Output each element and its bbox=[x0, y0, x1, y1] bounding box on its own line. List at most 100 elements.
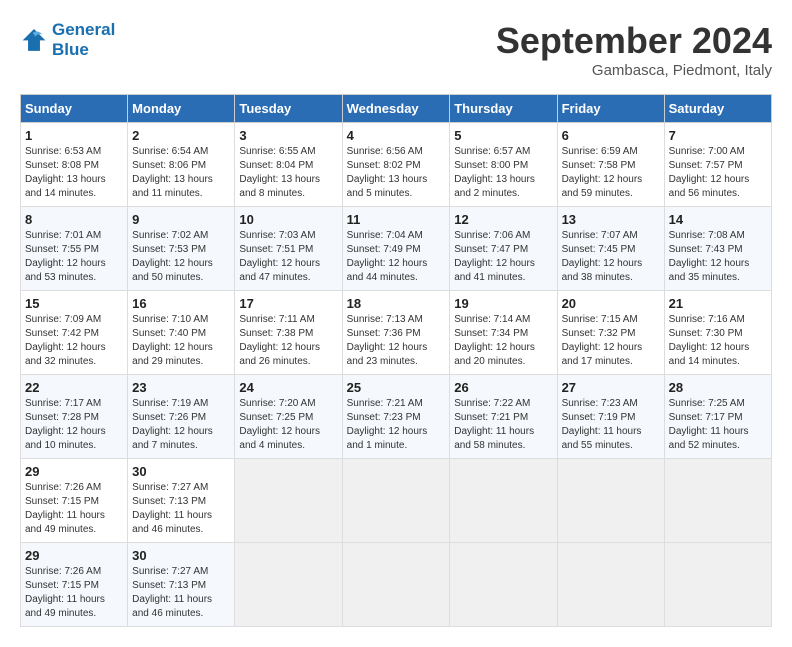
day-info: Sunrise: 7:01 AMSunset: 7:55 PMDaylight:… bbox=[25, 230, 106, 283]
table-row: 18Sunrise: 7:13 AMSunset: 7:36 PMDayligh… bbox=[342, 291, 450, 375]
day-info: Sunrise: 7:17 AMSunset: 7:28 PMDaylight:… bbox=[25, 398, 106, 451]
table-row: 20Sunrise: 7:15 AMSunset: 7:32 PMDayligh… bbox=[557, 291, 664, 375]
day-number: 3 bbox=[239, 128, 337, 143]
logo-text: General Blue bbox=[52, 20, 115, 61]
day-number: 26 bbox=[454, 380, 552, 395]
day-info: Sunrise: 7:23 AMSunset: 7:19 PMDaylight:… bbox=[562, 398, 642, 451]
day-number: 23 bbox=[132, 380, 230, 395]
table-row bbox=[235, 543, 342, 627]
table-row: 28 Sunrise: 7:25 AMSunset: 7:17 PMDayligh… bbox=[664, 375, 771, 459]
table-row: 2 Sunrise: 6:54 AMSunset: 8:06 PMDaylight… bbox=[128, 123, 235, 207]
day-info: Sunrise: 7:27 AMSunset: 7:13 PMDaylight:… bbox=[132, 482, 212, 535]
calendar-body: 1 Sunrise: 6:53 AMSunset: 8:08 PMDaylight… bbox=[21, 123, 772, 627]
day-info: Sunrise: 7:22 AMSunset: 7:21 PMDaylight:… bbox=[454, 398, 534, 451]
day-number: 30 bbox=[132, 464, 230, 479]
day-info: Sunrise: 7:20 AMSunset: 7:25 PMDaylight:… bbox=[239, 398, 320, 451]
day-info: Sunrise: 7:09 AMSunset: 7:42 PMDaylight:… bbox=[25, 314, 106, 367]
table-row: 4Sunrise: 6:56 AMSunset: 8:02 PMDaylight… bbox=[342, 123, 450, 207]
col-friday: Friday bbox=[557, 95, 664, 123]
col-monday: Monday bbox=[128, 95, 235, 123]
table-row: 25 Sunrise: 7:21 AMSunset: 7:23 PMDayligh… bbox=[342, 375, 450, 459]
table-row: 22 Sunrise: 7:17 AMSunset: 7:28 PMDayligh… bbox=[21, 375, 128, 459]
day-info: Sunrise: 7:25 AMSunset: 7:17 PMDaylight:… bbox=[669, 398, 749, 451]
day-number: 8 bbox=[25, 212, 123, 227]
day-info: Sunrise: 7:08 AMSunset: 7:43 PMDaylight:… bbox=[669, 230, 750, 283]
table-row: 11Sunrise: 7:04 AMSunset: 7:49 PMDayligh… bbox=[342, 207, 450, 291]
day-number: 14 bbox=[669, 212, 767, 227]
day-info: Sunrise: 7:26 AMSunset: 7:15 PMDaylight:… bbox=[25, 566, 105, 619]
day-number: 1 bbox=[25, 128, 123, 143]
day-info: Sunrise: 7:03 AMSunset: 7:51 PMDaylight:… bbox=[239, 230, 320, 283]
day-info: Sunrise: 7:26 AMSunset: 7:15 PMDaylight:… bbox=[25, 482, 105, 535]
day-number: 4 bbox=[347, 128, 446, 143]
table-row: 30 Sunrise: 7:27 AMSunset: 7:13 PMDayligh… bbox=[128, 459, 235, 543]
location: Gambasca, Piedmont, Italy bbox=[496, 62, 772, 79]
day-info: Sunrise: 6:54 AMSunset: 8:06 PMDaylight:… bbox=[132, 146, 213, 199]
table-row: 24 Sunrise: 7:20 AMSunset: 7:25 PMDayligh… bbox=[235, 375, 342, 459]
day-number: 25 bbox=[347, 380, 446, 395]
day-info: Sunrise: 7:11 AMSunset: 7:38 PMDaylight:… bbox=[239, 314, 320, 367]
day-info: Sunrise: 7:04 AMSunset: 7:49 PMDaylight:… bbox=[347, 230, 428, 283]
day-number: 21 bbox=[669, 296, 767, 311]
table-row: 6Sunrise: 6:59 AMSunset: 7:58 PMDaylight… bbox=[557, 123, 664, 207]
table-row bbox=[450, 543, 557, 627]
table-row bbox=[450, 459, 557, 543]
table-row: 1 Sunrise: 6:53 AMSunset: 8:08 PMDaylight… bbox=[21, 123, 128, 207]
day-info: Sunrise: 7:21 AMSunset: 7:23 PMDaylight:… bbox=[347, 398, 428, 451]
day-info: Sunrise: 6:53 AMSunset: 8:08 PMDaylight:… bbox=[25, 146, 106, 199]
day-number: 27 bbox=[562, 380, 660, 395]
day-info: Sunrise: 6:57 AMSunset: 8:00 PMDaylight:… bbox=[454, 146, 535, 199]
col-wednesday: Wednesday bbox=[342, 95, 450, 123]
day-info: Sunrise: 7:16 AMSunset: 7:30 PMDaylight:… bbox=[669, 314, 750, 367]
col-tuesday: Tuesday bbox=[235, 95, 342, 123]
table-row bbox=[235, 459, 342, 543]
day-number: 7 bbox=[669, 128, 767, 143]
day-number: 13 bbox=[562, 212, 660, 227]
table-row: 15Sunrise: 7:09 AMSunset: 7:42 PMDayligh… bbox=[21, 291, 128, 375]
day-info: Sunrise: 6:55 AMSunset: 8:04 PMDaylight:… bbox=[239, 146, 320, 199]
table-row: 14 Sunrise: 7:08 AMSunset: 7:43 PMDayligh… bbox=[664, 207, 771, 291]
day-number: 16 bbox=[132, 296, 230, 311]
day-info: Sunrise: 7:14 AMSunset: 7:34 PMDaylight:… bbox=[454, 314, 535, 367]
day-number: 9 bbox=[132, 212, 230, 227]
day-number: 24 bbox=[239, 380, 337, 395]
day-number: 2 bbox=[132, 128, 230, 143]
calendar-week-2: 8 Sunrise: 7:01 AMSunset: 7:55 PMDaylight… bbox=[21, 207, 772, 291]
logo: General Blue bbox=[20, 20, 115, 61]
table-row bbox=[557, 459, 664, 543]
day-number: 30 bbox=[132, 548, 230, 563]
calendar-header-row: Sunday Monday Tuesday Wednesday Thursday… bbox=[21, 95, 772, 123]
day-number: 22 bbox=[25, 380, 123, 395]
table-row bbox=[342, 543, 450, 627]
day-info: Sunrise: 7:19 AMSunset: 7:26 PMDaylight:… bbox=[132, 398, 213, 451]
title-block: September 2024 Gambasca, Piedmont, Italy bbox=[496, 20, 772, 79]
day-info: Sunrise: 7:15 AMSunset: 7:32 PMDaylight:… bbox=[562, 314, 643, 367]
table-row: 16Sunrise: 7:10 AMSunset: 7:40 PMDayligh… bbox=[128, 291, 235, 375]
day-number: 17 bbox=[239, 296, 337, 311]
day-info: Sunrise: 7:06 AMSunset: 7:47 PMDaylight:… bbox=[454, 230, 535, 283]
calendar-week-6: 29 Sunrise: 7:26 AMSunset: 7:15 PMDayligh… bbox=[21, 543, 772, 627]
col-thursday: Thursday bbox=[450, 95, 557, 123]
table-row: 23 Sunrise: 7:19 AMSunset: 7:26 PMDayligh… bbox=[128, 375, 235, 459]
day-number: 29 bbox=[25, 464, 123, 479]
col-sunday: Sunday bbox=[21, 95, 128, 123]
day-number: 6 bbox=[562, 128, 660, 143]
table-row: 7 Sunrise: 7:00 AMSunset: 7:57 PMDaylight… bbox=[664, 123, 771, 207]
day-number: 29 bbox=[25, 548, 123, 563]
calendar-table: Sunday Monday Tuesday Wednesday Thursday… bbox=[20, 94, 772, 627]
calendar-week-3: 15Sunrise: 7:09 AMSunset: 7:42 PMDayligh… bbox=[21, 291, 772, 375]
calendar-week-5: 29 Sunrise: 7:26 AMSunset: 7:15 PMDayligh… bbox=[21, 459, 772, 543]
table-row: 21 Sunrise: 7:16 AMSunset: 7:30 PMDayligh… bbox=[664, 291, 771, 375]
logo-icon bbox=[20, 26, 48, 54]
day-info: Sunrise: 7:07 AMSunset: 7:45 PMDaylight:… bbox=[562, 230, 643, 283]
day-info: Sunrise: 7:00 AMSunset: 7:57 PMDaylight:… bbox=[669, 146, 750, 199]
day-number: 28 bbox=[669, 380, 767, 395]
table-row: 12Sunrise: 7:06 AMSunset: 7:47 PMDayligh… bbox=[450, 207, 557, 291]
calendar-week-4: 22 Sunrise: 7:17 AMSunset: 7:28 PMDayligh… bbox=[21, 375, 772, 459]
table-row bbox=[342, 459, 450, 543]
table-row: 27 Sunrise: 7:23 AMSunset: 7:19 PMDayligh… bbox=[557, 375, 664, 459]
table-row bbox=[664, 459, 771, 543]
table-row: 9Sunrise: 7:02 AMSunset: 7:53 PMDaylight… bbox=[128, 207, 235, 291]
table-row bbox=[557, 543, 664, 627]
day-number: 5 bbox=[454, 128, 552, 143]
